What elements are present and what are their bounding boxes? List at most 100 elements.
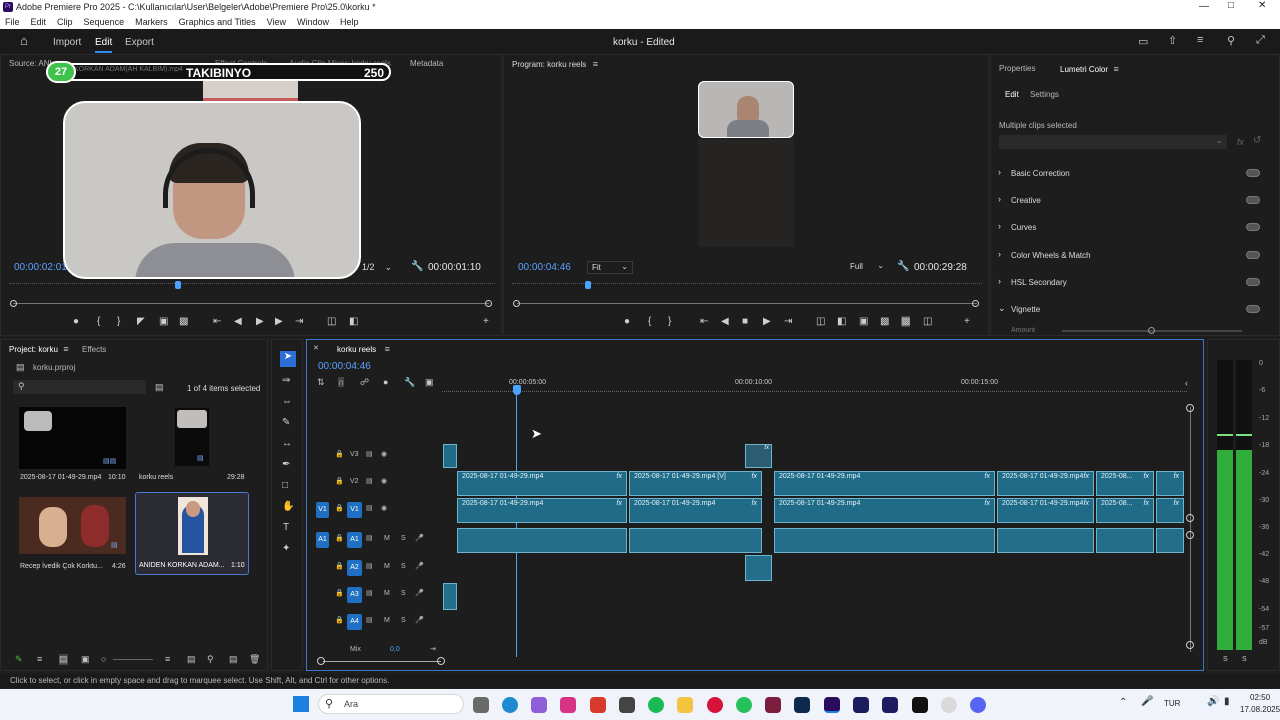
menu-help[interactable]: Help (340, 17, 359, 27)
new-bin-icon[interactable]: ▤ (155, 382, 164, 393)
toggle-switch[interactable] (1246, 196, 1260, 204)
wrench-icon[interactable]: 🔧 (411, 261, 423, 272)
share-icon[interactable]: ⇧ (1168, 34, 1177, 47)
clip-select-dropdown[interactable]: ⌄ (999, 135, 1227, 149)
source-playhead[interactable] (175, 281, 181, 289)
generative-icon[interactable]: ✦ (282, 543, 290, 554)
eye-icon[interactable]: ◉ (381, 504, 387, 512)
clock-date[interactable]: 17.08.2025 (1240, 705, 1280, 714)
panel-menu-icon[interactable]: ≡ (385, 344, 390, 354)
sync-icon[interactable]: ▤ (366, 504, 373, 512)
v3-clip[interactable] (443, 444, 457, 468)
capcut-icon[interactable] (912, 697, 928, 713)
mic-icon[interactable]: 🎤 (415, 616, 424, 624)
properties-tab[interactable]: Properties (999, 64, 1035, 73)
program-playhead[interactable] (585, 281, 591, 289)
step-forward-icon[interactable]: ⇥ (295, 316, 303, 327)
source-scroll-end[interactable] (485, 300, 492, 307)
lift-icon[interactable]: ◫ (816, 316, 825, 327)
menu-file[interactable]: File (5, 17, 20, 27)
pen-icon[interactable]: ✒ (282, 459, 290, 470)
zoom-slider-icon[interactable]: ○ (101, 654, 106, 664)
mic-icon[interactable]: 🎤 (415, 589, 424, 597)
menu-lines-icon[interactable]: ≡ (1197, 34, 1203, 46)
lumetri-tab[interactable]: Lumetri Color ≡ (1060, 64, 1119, 74)
panel-menu-icon[interactable]: ≡ (593, 59, 598, 69)
add-marker-icon[interactable]: ● (383, 377, 388, 387)
list-view-icon[interactable]: ≡ (37, 654, 42, 664)
v2-clip[interactable]: 2025-08-17 01-49-29.mp4 fx (997, 471, 1094, 496)
sequence-tab[interactable]: korku reels ≡ (337, 344, 390, 354)
program-tab[interactable]: Program: korku reels ≡ (512, 59, 598, 69)
program-timecode[interactable]: 00:00:04:46 (518, 262, 571, 273)
chrome-icon[interactable] (941, 697, 957, 713)
premiere-taskbar-icon[interactable] (824, 697, 840, 713)
clock-time[interactable]: 02:50 (1250, 693, 1270, 702)
v2-clip[interactable]: 2025-08... fx (1096, 471, 1154, 496)
v2-clip[interactable]: fx (1156, 471, 1184, 496)
type-icon[interactable]: T (283, 522, 289, 533)
mic-icon[interactable]: 🎤 (415, 562, 424, 570)
mix-value[interactable]: 0,0 (390, 646, 400, 653)
section-basic-correction[interactable]: › Basic Correction (998, 167, 1268, 187)
panel-menu-icon[interactable]: ≡ (63, 344, 68, 354)
section-vignette[interactable]: ⌄ Vignette (998, 303, 1268, 323)
search-icon[interactable]: ⚲ (1227, 34, 1235, 47)
a1-audio-clip[interactable] (629, 528, 762, 553)
timeline-hscroll[interactable] (323, 661, 441, 662)
a1-audio-clip[interactable] (457, 528, 627, 553)
toggle-switch[interactable] (1246, 251, 1260, 259)
tray-chevron-icon[interactable]: ⌃ (1119, 697, 1127, 708)
fx-icon[interactable]: fx (1237, 137, 1244, 147)
sync-icon[interactable]: ▤ (366, 477, 373, 485)
mark-out-icon[interactable]: } (668, 316, 671, 327)
program-scrollbar[interactable] (517, 303, 977, 304)
hscroll-handle[interactable] (317, 657, 325, 665)
track-name[interactable]: A2 (347, 560, 362, 576)
sort-icon[interactable]: ≡ (165, 654, 170, 664)
go-in-icon[interactable]: ◤ (137, 316, 145, 327)
program-scroll-start[interactable] (513, 300, 520, 307)
fullscreen-icon[interactable]: ⤢ (1256, 34, 1265, 47)
v2-clip[interactable]: 2025-08-17 01-49-29.mp4 [V] fx (629, 471, 762, 496)
solo-right-button[interactable]: S (1242, 656, 1247, 663)
vscroll-handle[interactable] (1186, 514, 1194, 522)
menu-graphics[interactable]: Graphics and Titles (179, 17, 256, 27)
camera-icon[interactable]: ▣ (159, 316, 168, 327)
solo-button[interactable]: S (401, 535, 406, 542)
solo-button[interactable]: S (401, 563, 406, 570)
home-icon[interactable]: ⌂ (20, 33, 28, 48)
camera-icon[interactable]: ▣ (859, 316, 868, 327)
sync-icon[interactable]: ▤ (366, 562, 373, 570)
v2-clip[interactable]: 2025-08-17 01-49-29.mp4 fx (774, 471, 995, 496)
lock-icon[interactable]: 🔒 (335, 504, 344, 512)
mark-in-icon[interactable]: { (648, 316, 651, 327)
section-hsl-secondary[interactable]: › HSL Secondary (998, 276, 1268, 296)
toggle-switch[interactable] (1246, 223, 1260, 231)
hand-icon[interactable]: ✋ (282, 501, 294, 512)
add-button-icon[interactable]: + (483, 316, 489, 327)
a1-audio-clip[interactable] (1156, 528, 1184, 553)
v1-clip[interactable]: 2025-08... fx (1096, 498, 1154, 523)
playhead-marker[interactable] (513, 385, 521, 395)
track-name[interactable]: A4 (347, 614, 362, 630)
frame-back-icon[interactable]: ◀ (234, 316, 242, 327)
workspace-icon[interactable]: ▭ (1138, 35, 1148, 48)
source-patch-v1[interactable]: V1 (316, 502, 329, 518)
source-scrollbar[interactable] (13, 303, 489, 304)
mute-button[interactable]: M (384, 590, 390, 597)
v3-clip[interactable]: fx (745, 444, 772, 468)
tab-export[interactable]: Export (125, 37, 154, 48)
edge-icon[interactable] (502, 697, 518, 713)
minimize-icon[interactable]: — (1199, 1, 1209, 12)
source-time-ruler[interactable] (9, 283, 495, 289)
a1-audio-clip[interactable] (774, 528, 995, 553)
source-timecode[interactable]: 00:00:02:01 (14, 262, 67, 273)
a2-audio-clip[interactable] (745, 555, 772, 581)
ripple-edit-icon[interactable]: ⇔ (282, 396, 292, 407)
wrench-icon[interactable]: 🔧 (897, 261, 909, 272)
vscroll-handle[interactable] (1186, 641, 1194, 649)
mute-button[interactable]: M (384, 535, 390, 542)
project-item-thumb-2[interactable]: ▤ (19, 497, 126, 554)
program-time-ruler[interactable] (512, 283, 982, 289)
